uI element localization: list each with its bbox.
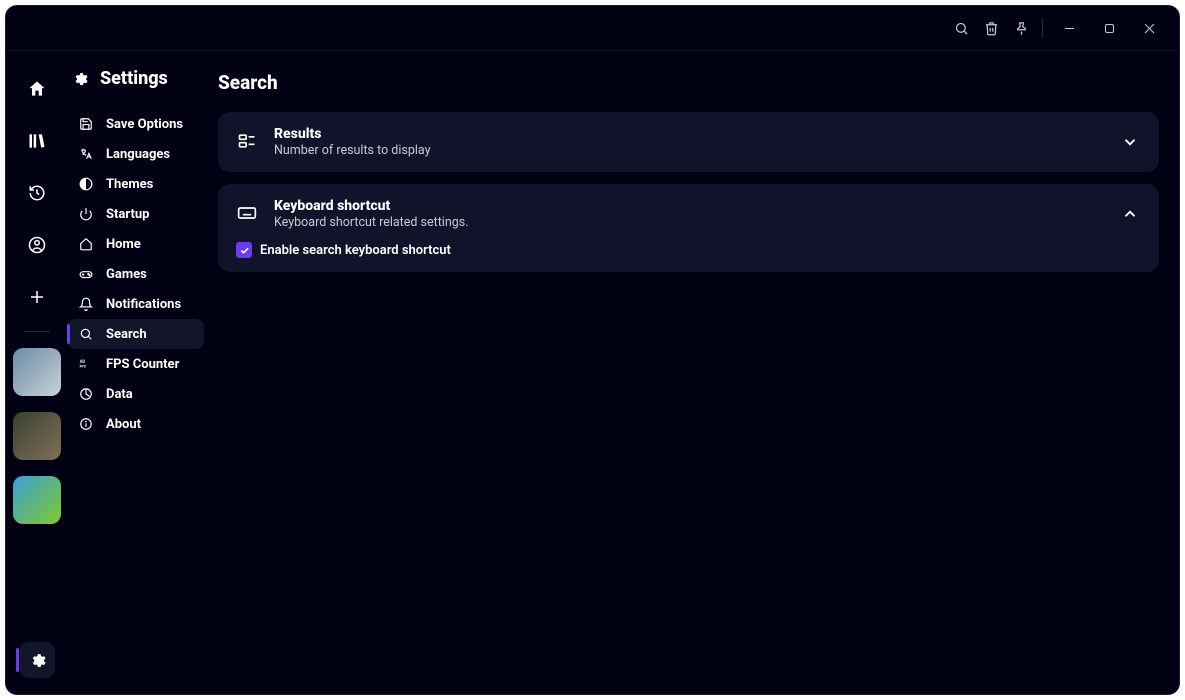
- nav-startup[interactable]: Startup: [68, 199, 204, 229]
- page-title: Search: [218, 71, 1159, 94]
- nav-themes[interactable]: Themes: [68, 169, 204, 199]
- titlebar-divider: [1042, 18, 1043, 38]
- gear-icon: [72, 71, 90, 87]
- nav-games[interactable]: Games: [68, 259, 204, 289]
- checkbox-label: Enable search keyboard shortcut: [260, 243, 451, 258]
- checkbox-checked-icon: [236, 242, 252, 258]
- nav-label: Notifications: [106, 297, 181, 312]
- results-icon: [236, 130, 258, 152]
- settings-nav: Settings Save Options Languages Themes: [68, 51, 204, 694]
- trash-icon[interactable]: [976, 13, 1006, 43]
- nav-data[interactable]: Data: [68, 379, 204, 409]
- library-icon[interactable]: [19, 123, 55, 159]
- nav-label: Search: [106, 327, 147, 342]
- nav-label: Languages: [106, 147, 170, 162]
- profile-icon[interactable]: [19, 227, 55, 263]
- keyboard-card-header[interactable]: Keyboard shortcut Keyboard shortcut rela…: [236, 198, 1141, 230]
- nav-label: Save Options: [106, 117, 183, 132]
- svg-text:60: 60: [80, 359, 85, 364]
- results-title: Results: [274, 126, 1103, 142]
- nav-save-options[interactable]: Save Options: [68, 109, 204, 139]
- left-sidebar: [6, 51, 68, 694]
- settings-title-text: Settings: [100, 68, 168, 89]
- nav-fps-counter[interactable]: 60FPS FPS Counter: [68, 349, 204, 379]
- gamepad-icon: [78, 267, 94, 281]
- results-subtitle: Number of results to display: [274, 143, 1103, 158]
- save-icon: [78, 117, 94, 131]
- minimize-button[interactable]: [1049, 13, 1089, 43]
- keyboard-title: Keyboard shortcut: [274, 198, 1103, 214]
- info-icon: [78, 417, 94, 431]
- keyboard-subtitle: Keyboard shortcut related settings.: [274, 215, 1103, 230]
- fps-icon: 60FPS: [78, 357, 94, 371]
- home-nav-icon: [78, 237, 94, 251]
- nav-label: Data: [106, 387, 133, 402]
- titlebar: [6, 6, 1179, 51]
- settings-button[interactable]: [19, 642, 55, 678]
- data-icon: [78, 387, 94, 401]
- bell-icon: [78, 297, 94, 311]
- app-body: Settings Save Options Languages Themes: [6, 51, 1179, 694]
- nav-label: Games: [106, 267, 147, 282]
- language-icon: [78, 147, 94, 161]
- nav-label: About: [106, 417, 141, 432]
- nav-home[interactable]: Home: [68, 229, 204, 259]
- nav-label: Startup: [106, 207, 149, 222]
- results-card[interactable]: Results Number of results to display: [218, 112, 1159, 172]
- pin-icon[interactable]: [1006, 13, 1036, 43]
- chevron-down-icon: [1119, 131, 1141, 153]
- game-thumbnail-1[interactable]: [13, 348, 61, 396]
- nav-label: FPS Counter: [106, 357, 179, 372]
- enable-shortcut-checkbox[interactable]: Enable search keyboard shortcut: [236, 242, 1141, 258]
- theme-icon: [78, 177, 94, 191]
- settings-heading: Settings: [68, 68, 204, 89]
- nav-label: Home: [106, 237, 141, 252]
- nav-search[interactable]: Search: [68, 319, 204, 349]
- close-button[interactable]: [1129, 13, 1169, 43]
- main-content: Search Results Number of results to disp…: [204, 51, 1179, 694]
- nav-label: Themes: [106, 177, 153, 192]
- search-icon[interactable]: [946, 13, 976, 43]
- nav-languages[interactable]: Languages: [68, 139, 204, 169]
- chevron-up-icon: [1119, 203, 1141, 225]
- add-icon[interactable]: [19, 279, 55, 315]
- home-icon[interactable]: [19, 71, 55, 107]
- sidebar-divider: [24, 331, 50, 332]
- keyboard-icon: [236, 202, 258, 224]
- game-thumbnail-2[interactable]: [13, 412, 61, 460]
- history-icon[interactable]: [19, 175, 55, 211]
- nav-notifications[interactable]: Notifications: [68, 289, 204, 319]
- search-nav-icon: [78, 327, 94, 341]
- nav-about[interactable]: About: [68, 409, 204, 439]
- app-window: Settings Save Options Languages Themes: [5, 5, 1180, 695]
- maximize-button[interactable]: [1089, 13, 1129, 43]
- keyboard-shortcut-card: Keyboard shortcut Keyboard shortcut rela…: [218, 184, 1159, 272]
- svg-text:FPS: FPS: [80, 365, 87, 369]
- game-thumbnail-3[interactable]: [13, 476, 61, 524]
- power-icon: [78, 207, 94, 221]
